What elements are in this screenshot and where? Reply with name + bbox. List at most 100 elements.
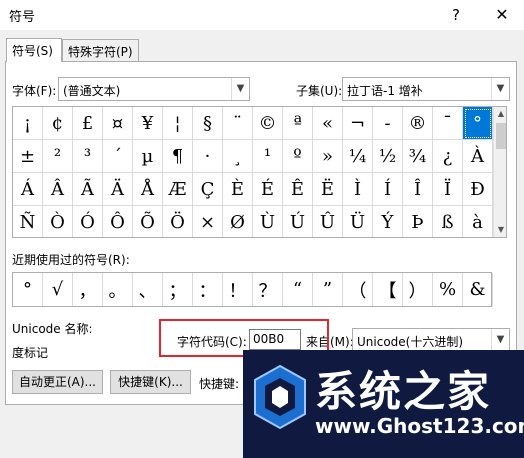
watermark-brand: 系统之家	[315, 367, 492, 416]
symbol-cell[interactable]: ¿	[433, 140, 463, 173]
symbol-cell[interactable]: ¨	[223, 107, 253, 140]
scroll-down-icon[interactable]: ▼	[494, 223, 506, 237]
symbol-cell[interactable]: ½	[373, 140, 403, 173]
scroll-thumb[interactable]	[496, 123, 506, 149]
symbol-cell[interactable]: ¤	[103, 107, 133, 140]
symbol-cell[interactable]: Ý	[373, 206, 403, 237]
recent-symbol-cell[interactable]: “	[283, 273, 313, 306]
recent-symbol-cell[interactable]: 。	[103, 273, 133, 306]
recent-symbol-cell[interactable]: （	[343, 273, 373, 306]
recent-symbol-cell[interactable]: &	[463, 273, 493, 306]
recent-symbol-cell[interactable]: ”	[313, 273, 343, 306]
symbol-cell[interactable]: £	[73, 107, 103, 140]
symbol-cell[interactable]: °	[463, 107, 493, 140]
symbol-cell[interactable]: ¬	[343, 107, 373, 140]
symbol-cell[interactable]: ß	[433, 206, 463, 237]
watermark-logo-icon	[254, 364, 306, 430]
from-select[interactable]: Unicode(十六进制) ▼	[352, 328, 510, 352]
symbol-cell[interactable]: Á	[13, 173, 43, 206]
symbol-cell[interactable]: Ê	[283, 173, 313, 206]
symbol-cell[interactable]: ¹	[253, 140, 283, 173]
symbol-cell[interactable]: ¯	[433, 107, 463, 140]
subset-select-value: 拉丁语-1 增补	[347, 84, 423, 98]
symbol-cell[interactable]: Ç	[193, 173, 223, 206]
symbol-cell[interactable]: Ë	[313, 173, 343, 206]
symbol-cell[interactable]: Ö	[163, 206, 193, 237]
help-button[interactable]: ?	[440, 2, 472, 28]
symbol-cell[interactable]: Ù	[253, 206, 283, 237]
close-button[interactable]: ✕	[484, 2, 520, 28]
symbol-cell[interactable]: ×	[193, 206, 223, 237]
symbol-cell[interactable]: Æ	[163, 173, 193, 206]
symbol-cell[interactable]: ³	[73, 140, 103, 173]
recent-symbol-cell[interactable]: √	[43, 273, 73, 306]
recent-symbol-cell[interactable]: ！	[223, 273, 253, 306]
recent-symbol-cell[interactable]: ？	[253, 273, 283, 306]
subset-select[interactable]: 拉丁语-1 增补 ▼	[342, 77, 510, 101]
recent-symbol-cell[interactable]: ；	[163, 273, 193, 306]
symbol-cell[interactable]: Ï	[433, 173, 463, 206]
chevron-down-icon: ▼	[491, 78, 509, 100]
char-code-label: 字符代码(C):	[177, 335, 247, 349]
symbol-cell[interactable]: Ñ	[13, 206, 43, 237]
symbol-cell[interactable]: «	[313, 107, 343, 140]
symbol-cell[interactable]: È	[223, 173, 253, 206]
symbol-cells: ¡ ¢ £ ¤ ¥ ¦ § ¨ © ª «¬ - ® ¯ ° ± ² ³ ´ µ ¶ · ¸ ¹ º» ¼ ½ ¾ ¿ À Á Â Ã Ä Å Æ Ç È…	[13, 107, 493, 237]
symbol-cell[interactable]: ¼	[343, 140, 373, 173]
recent-symbol-cell[interactable]: ：	[193, 273, 223, 306]
shortcut-key-button[interactable]: 快捷键(K)...	[110, 370, 191, 394]
symbol-cell[interactable]: »	[313, 140, 343, 173]
recent-symbol-cell[interactable]: ）	[403, 273, 433, 306]
tab-special-characters[interactable]: 特殊字符(P)	[62, 39, 139, 61]
symbol-cell[interactable]: ¡	[13, 107, 43, 140]
symbol-cell[interactable]: Ó	[73, 206, 103, 237]
symbol-grid-scrollbar[interactable]: ▲ ▼	[493, 107, 506, 237]
symbol-cell[interactable]: ¶	[163, 140, 193, 173]
scroll-up-icon[interactable]: ▲	[494, 107, 506, 121]
symbol-cell[interactable]: Ü	[343, 206, 373, 237]
symbol-cell[interactable]: É	[253, 173, 283, 206]
recent-symbol-cell[interactable]: °	[13, 273, 43, 306]
symbol-cell[interactable]: Ô	[103, 206, 133, 237]
autocorrect-button[interactable]: 自动更正(A)...	[12, 370, 103, 394]
symbol-cell[interactable]: ©	[253, 107, 283, 140]
symbol-cell[interactable]: ª	[283, 107, 313, 140]
recent-symbol-cell[interactable]: ，	[73, 273, 103, 306]
symbol-cell[interactable]: Í	[373, 173, 403, 206]
symbol-cell[interactable]: ®	[403, 107, 433, 140]
char-code-input[interactable]: 00B0	[249, 329, 301, 350]
symbol-cell[interactable]: Õ	[133, 206, 163, 237]
symbol-cell[interactable]: Ì	[343, 173, 373, 206]
symbol-cell[interactable]: ±	[13, 140, 43, 173]
symbol-cell[interactable]: Ò	[43, 206, 73, 237]
symbol-cell[interactable]: ¢	[43, 107, 73, 140]
symbol-cell[interactable]: §	[193, 107, 223, 140]
font-select[interactable]: (普通文本) ▼	[58, 77, 250, 101]
symbol-cell[interactable]: ¾	[403, 140, 433, 173]
symbol-cell[interactable]: Ð	[463, 173, 493, 206]
symbol-cell[interactable]: ²	[43, 140, 73, 173]
symbol-cell[interactable]: ´	[103, 140, 133, 173]
symbol-cell[interactable]: À	[463, 140, 493, 173]
symbol-cell[interactable]: Þ	[403, 206, 433, 237]
symbol-cell[interactable]: Î	[403, 173, 433, 206]
symbol-cell[interactable]: Ã	[73, 173, 103, 206]
symbol-cell[interactable]: Ú	[283, 206, 313, 237]
symbol-cell[interactable]: ¥	[133, 107, 163, 140]
recent-symbol-cell[interactable]: 、	[133, 273, 163, 306]
symbol-cell[interactable]: ¸	[223, 140, 253, 173]
symbol-cell[interactable]: Å	[133, 173, 163, 206]
symbol-cell[interactable]: º	[283, 140, 313, 173]
tab-symbols[interactable]: 符号(S)	[6, 38, 62, 62]
symbol-cell[interactable]: Ä	[103, 173, 133, 206]
recent-symbol-cell[interactable]: 【	[373, 273, 403, 306]
recent-symbol-cell[interactable]: %	[433, 273, 463, 306]
symbol-cell[interactable]: µ	[133, 140, 163, 173]
symbol-cell[interactable]: à	[463, 206, 493, 237]
symbol-cell[interactable]: Û	[313, 206, 343, 237]
symbol-cell[interactable]: Ø	[223, 206, 253, 237]
symbol-cell[interactable]: ¦	[163, 107, 193, 140]
symbol-cell[interactable]: Â	[43, 173, 73, 206]
symbol-cell[interactable]: ·	[193, 140, 223, 173]
symbol-cell[interactable]: -	[373, 107, 403, 140]
